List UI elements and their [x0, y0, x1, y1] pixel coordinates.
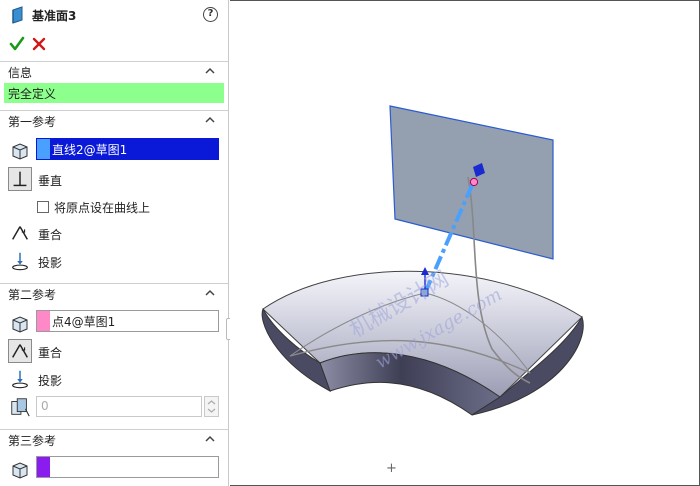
third-reference-header[interactable]: 第三参考 [0, 429, 229, 449]
first-reference-header[interactable]: 第一参考 [0, 110, 229, 130]
graphics-viewport[interactable]: 机械设计网 www.jxage.com + [230, 0, 700, 486]
panel-title-bar: 基准面3 ? [0, 0, 229, 30]
projection-icon[interactable] [8, 249, 32, 273]
chevron-up-icon[interactable] [205, 289, 215, 296]
second-reference-selection-box[interactable]: 点4@草图1 [36, 310, 219, 332]
projection-label: 投影 [38, 374, 63, 388]
first-reference-selection-text: 直线2@草图1 [52, 143, 128, 157]
panel-title: 基准面3 [32, 9, 77, 23]
perpendicular-label: 垂直 [38, 174, 63, 188]
plane-count-input[interactable]: 0 [36, 396, 202, 417]
chevron-up-icon[interactable] [205, 67, 215, 74]
model-view: 机械设计网 www.jxage.com [261, 105, 584, 416]
second-reference-color-swatch [37, 311, 50, 331]
selection-cube-icon [12, 143, 28, 160]
second-reference-label: 第二参考 [8, 288, 57, 302]
status-badge: 完全定义 [4, 83, 224, 103]
projection-icon[interactable] [8, 367, 32, 391]
plane-origin-point [469, 177, 479, 187]
second-reference-selection-text: 点4@草图1 [52, 315, 116, 329]
coincident-label: 重合 [38, 228, 63, 242]
coincident-icon[interactable] [8, 339, 32, 363]
property-manager-panel: 基准面3 ? 信息 完全定义 第一参考 直线2@草图1 垂直 将原点设在曲线上 [0, 0, 229, 486]
help-icon[interactable]: ? [203, 7, 218, 22]
reference-plane-icon [12, 6, 23, 24]
plane-count-stepper[interactable] [204, 396, 219, 417]
plane-count-icon[interactable] [8, 395, 32, 419]
selection-cube-icon [12, 462, 28, 479]
coincident-label: 重合 [38, 346, 63, 360]
perpendicular-icon[interactable] [8, 167, 32, 191]
third-reference-color-swatch [37, 457, 50, 477]
status-text: 完全定义 [8, 87, 57, 101]
first-reference-label: 第一参考 [8, 115, 57, 129]
projection-label: 投影 [38, 256, 63, 270]
selection-cube-icon [12, 316, 28, 333]
first-reference-color-swatch [37, 139, 50, 159]
origin-on-curve-checkbox[interactable] [37, 201, 49, 213]
origin-on-curve-label: 将原点设在曲线上 [54, 201, 151, 215]
viewport-cursor-crosshair: + [386, 461, 397, 476]
first-reference-selection-box[interactable]: 直线2@草图1 [36, 138, 219, 160]
third-reference-selection-box[interactable] [36, 456, 219, 478]
info-section-header[interactable]: 信息 [0, 61, 229, 81]
ok-checkmark-icon[interactable] [9, 36, 25, 52]
coincident-icon[interactable] [8, 221, 32, 245]
plane-count-value: 0 [41, 399, 49, 413]
chevron-up-icon[interactable] [205, 116, 215, 123]
info-section-label: 信息 [8, 66, 33, 80]
stepper-arrows-icon [207, 400, 216, 413]
chevron-up-icon[interactable] [205, 435, 215, 442]
third-reference-label: 第三参考 [8, 434, 57, 448]
cancel-x-icon[interactable] [32, 37, 46, 51]
second-reference-header[interactable]: 第二参考 [0, 283, 229, 303]
